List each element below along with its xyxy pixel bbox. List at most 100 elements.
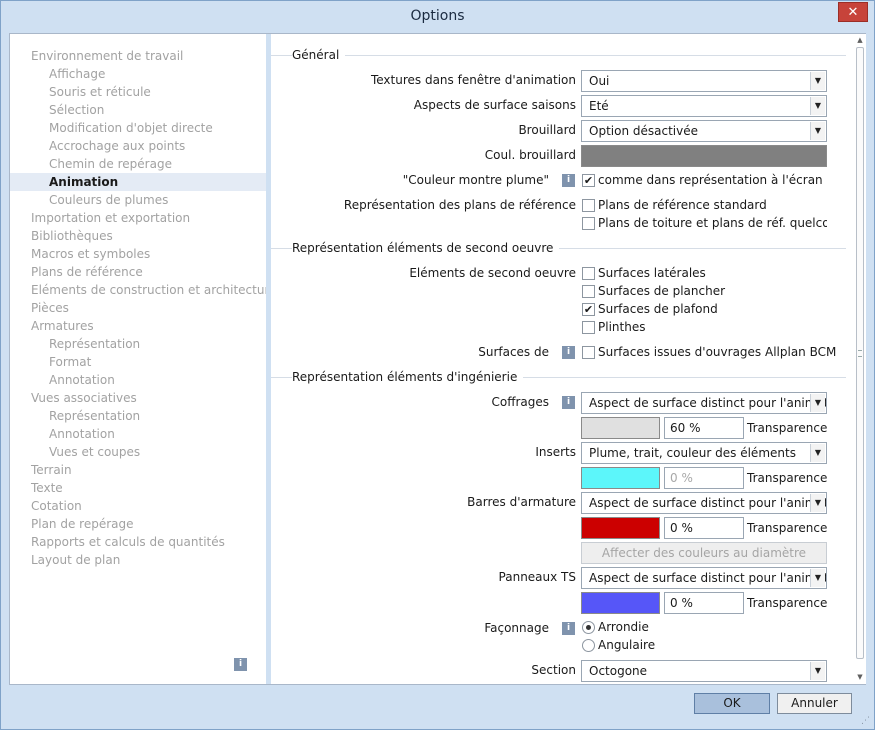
ts-panels-value: Aspect de surface distinct pour l'animat… [589, 571, 827, 585]
nav-item[interactable]: Vues et coupes [10, 443, 266, 461]
grip-icon [858, 350, 862, 357]
nav-item[interactable]: Annotation [10, 425, 266, 443]
pen-color-option-label: comme dans représentation à l'écran [598, 173, 823, 187]
rebar-color-swatch[interactable] [581, 517, 660, 539]
floor-surfaces-checkbox[interactable] [582, 285, 595, 298]
ceiling-surfaces-label: Surfaces de plafond [598, 302, 718, 316]
floor-surfaces-label: Surfaces de plancher [598, 284, 726, 298]
info-icon[interactable]: i [562, 174, 575, 187]
nav-item[interactable]: Cotation [10, 497, 266, 515]
shaping-label: Façonnage [484, 621, 549, 635]
textures-dropdown[interactable]: Oui ▼ [581, 70, 827, 92]
resize-grip-icon[interactable]: ⋰ [861, 716, 871, 726]
nav-item[interactable]: Vues associatives [10, 389, 266, 407]
ref-plane-standard-checkbox[interactable] [582, 199, 595, 212]
nav-item[interactable]: Modification d'objet directe [10, 119, 266, 137]
chevron-down-icon: ▼ [810, 97, 825, 115]
nav-item[interactable]: Représentation [10, 335, 266, 353]
nav-item[interactable]: Armatures [10, 317, 266, 335]
formwork-dropdown[interactable]: Aspect de surface distinct pour l'animat… [581, 392, 827, 414]
nav-item[interactable]: Macros et symboles [10, 245, 266, 263]
shaping-angular-radio[interactable] [582, 639, 595, 652]
ref-planes-label: Représentation des plans de référence [343, 198, 576, 212]
ref-plane-roof-label: Plans de toiture et plans de réf. quelco… [598, 216, 827, 230]
chevron-down-icon: ▼ [810, 122, 825, 140]
info-icon[interactable]: i [562, 622, 575, 635]
nav-item[interactable]: Bibliothèques [10, 227, 266, 245]
skirting-checkbox[interactable] [582, 321, 595, 334]
nav-item[interactable]: Texte [10, 479, 266, 497]
info-icon[interactable]: i [234, 658, 247, 671]
nav-item[interactable]: Accrochage aux points [10, 137, 266, 155]
nav-item[interactable]: Annotation [10, 371, 266, 389]
nav-item[interactable]: Souris et réticule [10, 83, 266, 101]
inserts-transparency-input[interactable]: 0 % [664, 467, 744, 489]
pen-color-label: "Couleur montre plume" [402, 173, 549, 187]
inserts-label: Inserts [535, 445, 576, 459]
inserts-color-swatch[interactable] [581, 467, 660, 489]
nav-item[interactable]: Format [10, 353, 266, 371]
chevron-down-icon: ▼ [810, 72, 825, 90]
rebar-transparency-input[interactable]: 0 % [664, 517, 744, 539]
transparency-label: Transparence [747, 471, 828, 485]
skirting-label: Plinthes [598, 320, 646, 334]
ts-panels-label: Panneaux TS [498, 570, 576, 584]
formwork-color-swatch[interactable] [581, 417, 660, 439]
nav-item[interactable]: Rapports et calculs de quantités [10, 533, 266, 551]
nav-item[interactable]: Terrain [10, 461, 266, 479]
fog-dropdown[interactable]: Option désactivée ▼ [581, 120, 827, 142]
fog-color-swatch[interactable] [581, 145, 827, 167]
transparency-label: Transparence [747, 421, 828, 435]
dialog-title: Options [410, 8, 465, 24]
ts-panels-color-swatch[interactable] [581, 592, 660, 614]
ref-plane-roof-checkbox[interactable] [582, 217, 595, 230]
seasons-value: Eté [589, 99, 609, 113]
seasons-dropdown[interactable]: Eté ▼ [581, 95, 827, 117]
close-button[interactable]: ✕ [838, 2, 868, 22]
nav-item[interactable]: Environnement de travail [10, 47, 266, 65]
info-icon[interactable]: i [562, 396, 575, 409]
section-title-general: Général [292, 47, 346, 63]
vertical-scrollbar[interactable]: ▲ ▼ [854, 34, 866, 684]
rebar-dropdown[interactable]: Aspect de surface distinct pour l'animat… [581, 492, 827, 514]
nav-item[interactable]: Sélection [10, 101, 266, 119]
ceiling-surfaces-checkbox[interactable]: ✔ [582, 303, 595, 316]
ts-panels-dropdown[interactable]: Aspect de surface distinct pour l'animat… [581, 567, 827, 589]
options-nav-tree: Environnement de travail Affichage Souris … [10, 34, 277, 684]
shaping-round-radio[interactable] [582, 621, 595, 634]
formwork-label: Coffrages [491, 395, 549, 409]
side-surfaces-label: Surfaces latérales [598, 266, 706, 280]
nav-item[interactable]: Représentation [10, 407, 266, 425]
assign-colors-button[interactable]: Affecter des couleurs au diamètre [581, 542, 827, 564]
info-icon[interactable]: i [562, 346, 575, 359]
scrollbar-thumb[interactable] [856, 47, 864, 659]
ts-panels-transparency-input[interactable]: 0 % [664, 592, 744, 614]
nav-item[interactable]: Plan de repérage [10, 515, 266, 533]
inserts-dropdown[interactable]: Plume, trait, couleur des éléments ▼ [581, 442, 827, 464]
nav-item[interactable]: Chemin de repérage [10, 155, 266, 173]
scroll-down-icon[interactable]: ▼ [854, 671, 866, 683]
formwork-transparency-input[interactable]: 60 % [664, 417, 744, 439]
pen-color-checkbox[interactable]: ✔ [582, 174, 595, 187]
nav-item[interactable]: Plans de référence [10, 263, 266, 281]
nav-item[interactable]: Couleurs de plumes [10, 191, 266, 209]
scroll-up-icon[interactable]: ▲ [854, 34, 866, 46]
section-divider [271, 55, 846, 56]
seasons-label: Aspects de surface saisons [413, 98, 576, 112]
ok-button[interactable]: OK [694, 693, 770, 714]
nav-item[interactable]: Importation et exportation [10, 209, 266, 227]
nav-item[interactable]: Animation [10, 173, 266, 191]
nav-item[interactable]: Affichage [10, 65, 266, 83]
section-title-engineering: Représentation éléments d'ingénierie [292, 369, 524, 385]
transparency-label: Transparence [747, 521, 828, 535]
nav-item[interactable]: Layout de plan [10, 551, 266, 569]
nav-item[interactable]: Pièces [10, 299, 266, 317]
close-icon: ✕ [847, 5, 859, 20]
nav-item[interactable]: Eléments de construction et architecture [10, 281, 277, 299]
chevron-down-icon: ▼ [810, 394, 825, 412]
side-surfaces-checkbox[interactable] [582, 267, 595, 280]
section-dropdown[interactable]: Octogone ▼ [581, 660, 827, 682]
bcm-surfaces-checkbox[interactable] [582, 346, 595, 359]
surfaces-of-label: Surfaces de [478, 345, 549, 359]
cancel-button[interactable]: Annuler [777, 693, 852, 714]
